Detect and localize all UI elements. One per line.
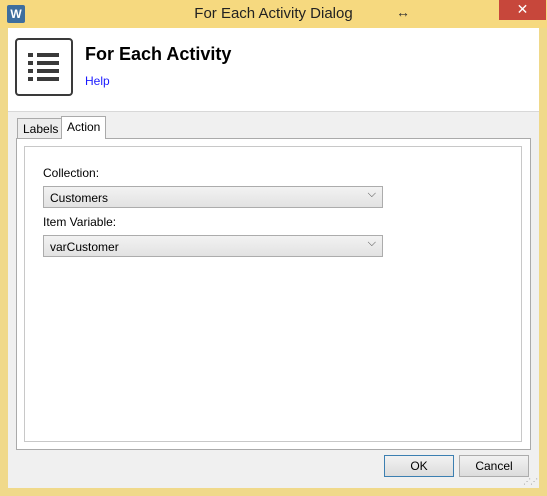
tab-labels[interactable]: Labels bbox=[17, 118, 65, 139]
close-button[interactable]: ✕ bbox=[499, 0, 546, 20]
action-group-frame: Collection: Customers ⌵ Item Variable: v… bbox=[24, 146, 522, 442]
item-variable-select[interactable]: varCustomer ⌵ bbox=[43, 235, 383, 257]
resize-grip-icon[interactable]: ⋰⋰ bbox=[523, 477, 538, 486]
list-icon bbox=[15, 38, 73, 96]
collection-label: Collection: bbox=[43, 166, 100, 180]
chevron-down-icon: ⌵ bbox=[367, 188, 376, 200]
help-link[interactable]: Help bbox=[85, 74, 110, 88]
tab-action[interactable]: Action bbox=[61, 116, 107, 139]
ok-button[interactable]: OK bbox=[384, 455, 454, 477]
dialog-title: For Each Activity bbox=[85, 44, 232, 64]
resize-arrows-icon[interactable]: ↔ bbox=[396, 4, 410, 20]
window-title: For Each Activity Dialog bbox=[194, 5, 353, 22]
collection-value: Customers bbox=[50, 191, 109, 205]
collection-select[interactable]: Customers ⌵ bbox=[43, 186, 383, 208]
dialog-body: For Each Activity Help Labels Action Col… bbox=[8, 28, 539, 488]
item-variable-value: varCustomer bbox=[50, 240, 119, 254]
item-variable-label: Item Variable: bbox=[43, 215, 117, 229]
cancel-button[interactable]: Cancel bbox=[459, 455, 529, 477]
dialog-header: For Each Activity Help bbox=[8, 28, 539, 112]
title-bar[interactable]: W For Each Activity Dialog ↔ ✕ bbox=[0, 0, 547, 28]
tab-panel-action: Collection: Customers ⌵ Item Variable: v… bbox=[16, 138, 531, 450]
chevron-down-icon: ⌵ bbox=[367, 237, 376, 249]
